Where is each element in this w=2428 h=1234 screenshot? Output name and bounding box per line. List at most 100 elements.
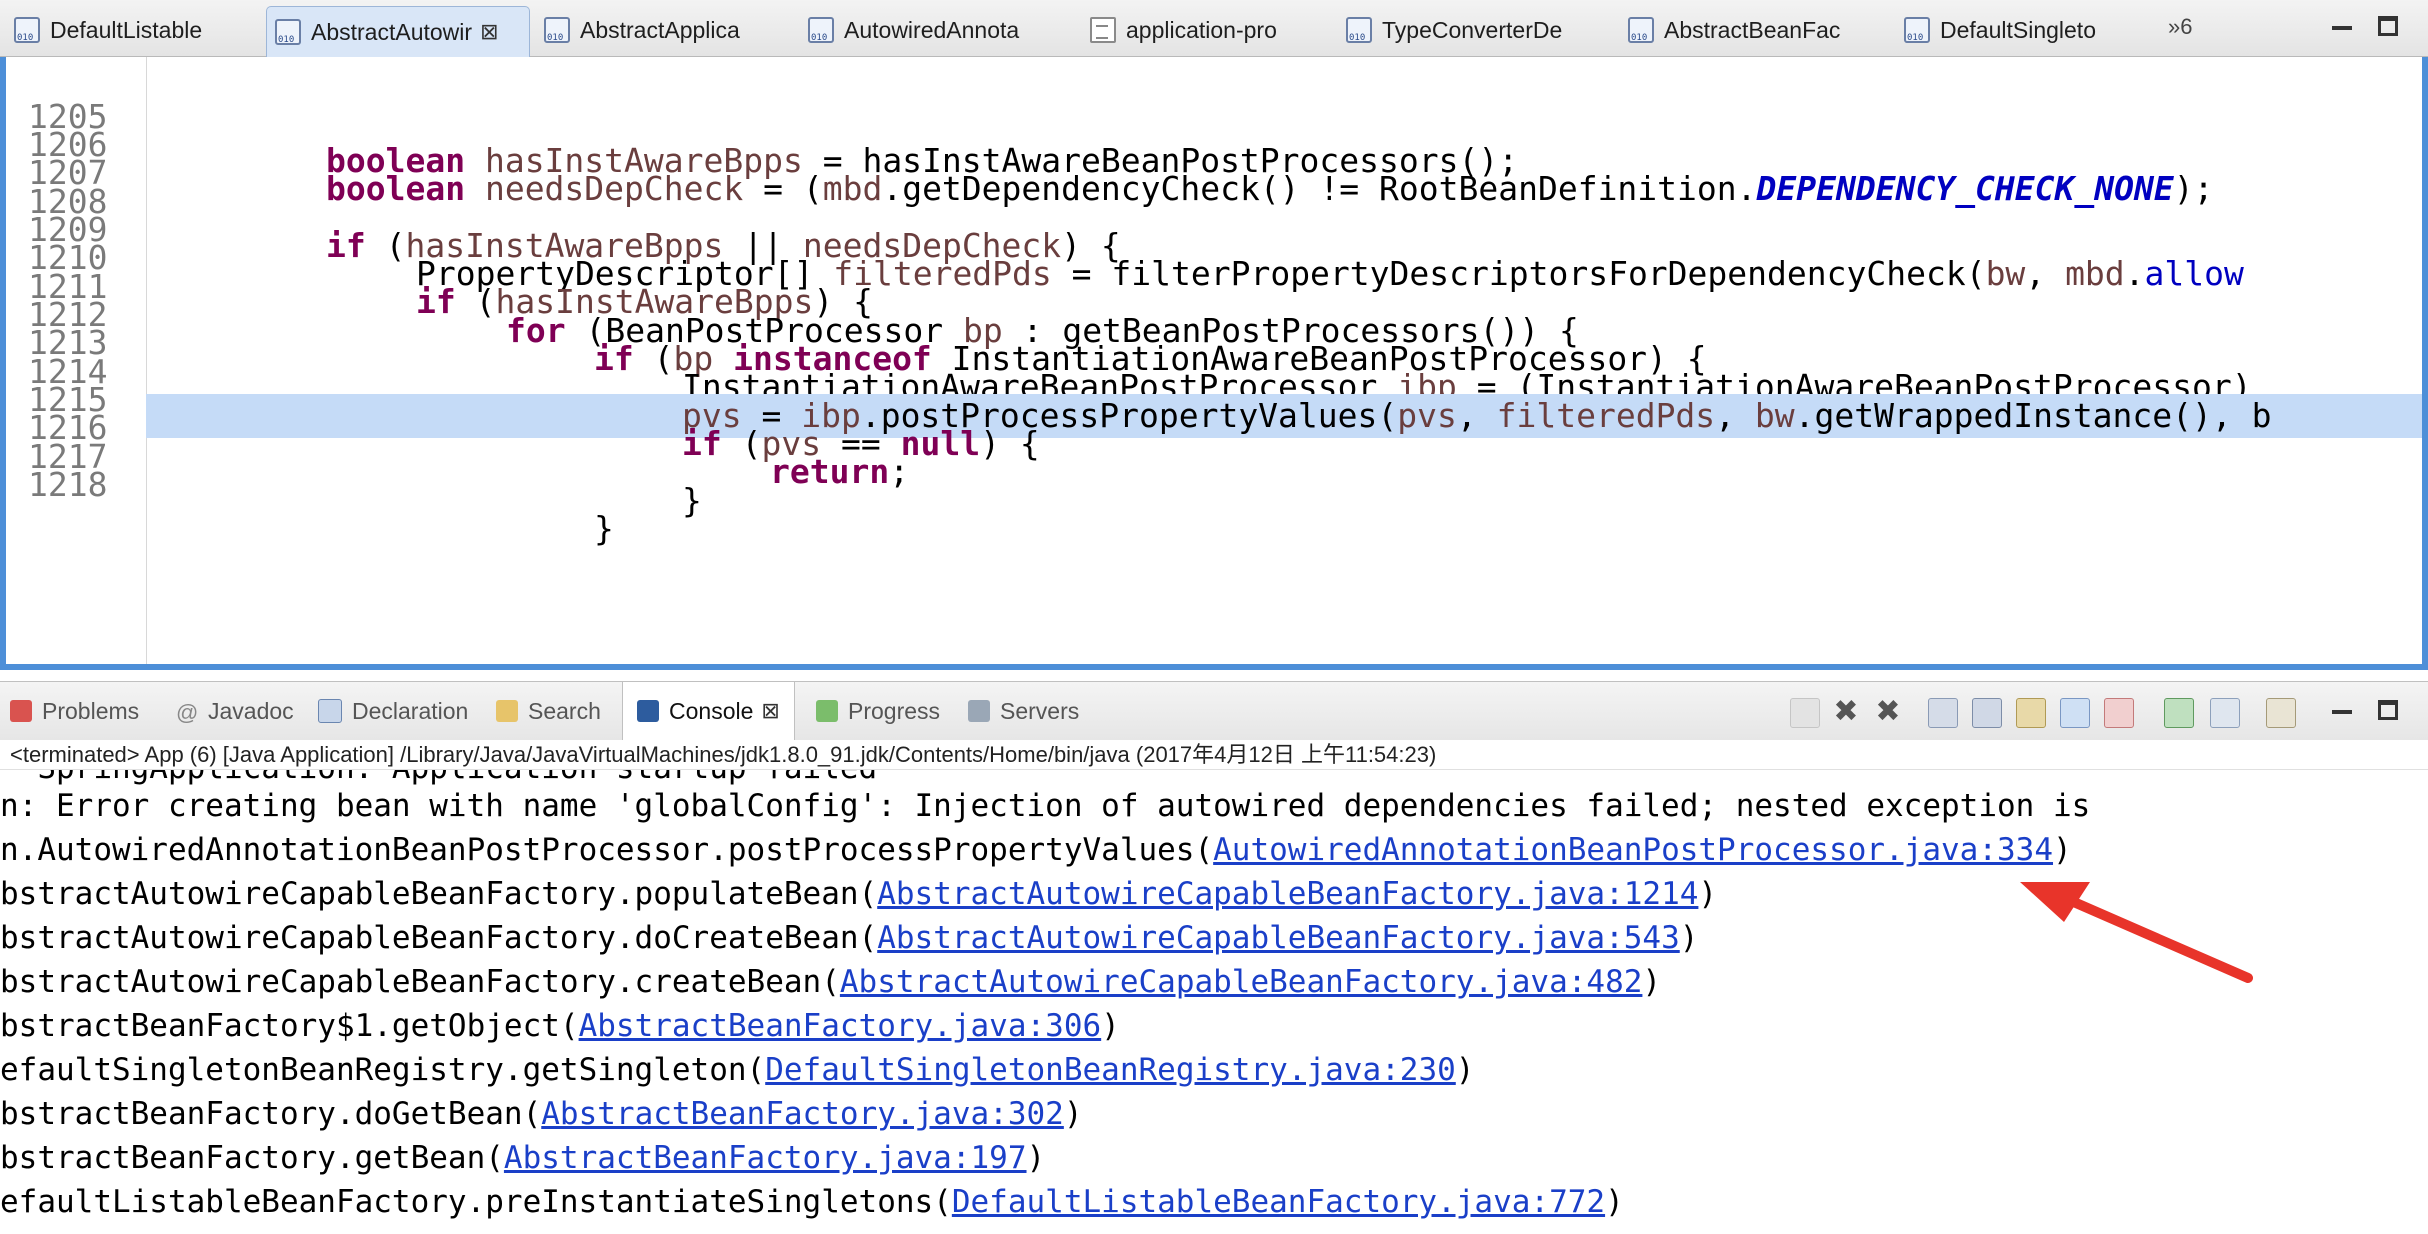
- editor-tab-label: DefaultSingleto: [1940, 16, 2096, 43]
- editor-tab-label: AutowiredAnnota: [844, 16, 1020, 43]
- properties-file-icon: [1090, 17, 1116, 43]
- console-status-line: <terminated> App (6) [Java Application] …: [0, 740, 2428, 770]
- editor-tab-label: AbstractBeanFac: [1664, 16, 1841, 43]
- class-file-icon: [808, 17, 834, 43]
- code-editor[interactable]: 1205 boolean hasInstAwareBpps = hasInstA…: [0, 57, 2428, 670]
- annotation-arrow: [2020, 882, 2253, 983]
- tab-label: Servers: [1000, 697, 1080, 724]
- editor-tab-abstractautowir[interactable]: AbstractAutowir ⊠: [266, 6, 530, 57]
- tab-problems[interactable]: Problems: [10, 682, 139, 740]
- progress-icon: [816, 700, 838, 722]
- editor-tab-bar: DefaultListable AbstractAutowir ⊠ Abstra…: [0, 0, 2428, 57]
- console-line: bstractBeanFactory.doGetBean(AbstractBea…: [0, 1092, 1083, 1136]
- console-line: bstractBeanFactory.getBean(AbstractBeanF…: [0, 1136, 1045, 1180]
- console-text: efaultSingletonBeanRegistry.getSingleton…: [0, 1052, 766, 1088]
- editor-tab-autowiredannota[interactable]: AutowiredAnnota: [800, 8, 1064, 52]
- editor-tab-defaultlistable[interactable]: DefaultListable: [6, 8, 264, 52]
- console-text: bstractBeanFactory.doGetBean(: [0, 1096, 542, 1132]
- stack-trace-link[interactable]: AbstractBeanFactory.java:197: [504, 1140, 1027, 1176]
- arrow-shaft: [2055, 891, 2253, 983]
- console-text: ): [2053, 832, 2072, 868]
- editor-tab-typeconverterde[interactable]: TypeConverterDe: [1338, 8, 1610, 52]
- tab-overflow-button[interactable]: »6: [2168, 14, 2192, 40]
- stack-trace-link[interactable]: AbstractAutowireCapableBeanFactory.java:…: [877, 920, 1680, 956]
- clear-console-icon[interactable]: [1928, 698, 1958, 728]
- display-console-icon[interactable]: [2210, 698, 2240, 728]
- stack-trace-link[interactable]: DefaultListableBeanFactory.java:772: [952, 1184, 1605, 1220]
- editor-tab-label: AbstractApplica: [580, 16, 740, 43]
- console-line: bstractBeanFactory$1.getObject(AbstractB…: [0, 1004, 1120, 1048]
- console-text: n.AutowiredAnnotationBeanPostProcessor.p…: [0, 832, 1214, 868]
- console-line: n.AutowiredAnnotationBeanPostProcessor.p…: [0, 828, 2072, 872]
- console-text: efaultListableBeanFactory.preInstantiate…: [0, 1184, 952, 1220]
- tab-label: Console: [669, 697, 754, 724]
- console-text: bstractBeanFactory$1.getObject(: [0, 1008, 579, 1044]
- tab-servers[interactable]: Servers: [968, 682, 1079, 740]
- class-file-icon: [14, 17, 40, 43]
- console-text: ): [1642, 964, 1662, 1000]
- line-number: 1218: [28, 465, 108, 504]
- close-icon[interactable]: ⊠: [761, 698, 779, 724]
- word-wrap-icon[interactable]: [2016, 698, 2046, 728]
- class-file-icon: [1346, 17, 1372, 43]
- stack-trace-link[interactable]: DefaultSingletonBeanRegistry.java:230: [765, 1052, 1456, 1088]
- maximize-icon[interactable]: [2378, 700, 2398, 720]
- tab-label: Declaration: [352, 697, 469, 724]
- tab-console[interactable]: Console ⊠: [622, 682, 795, 740]
- console-line: efaultSingletonBeanRegistry.getSingleton…: [0, 1048, 1474, 1092]
- javadoc-icon: @: [176, 700, 199, 725]
- class-file-icon: [1628, 17, 1654, 43]
- console-line: efaultListableBeanFactory.preInstantiate…: [0, 1180, 1624, 1224]
- stack-trace-link[interactable]: AutowiredAnnotationBeanPostProcessor.jav…: [1213, 832, 2053, 868]
- remove-launch-icon[interactable]: ✖: [1832, 697, 1860, 727]
- pin-console-icon[interactable]: [2164, 698, 2194, 728]
- show-on-stderr-icon[interactable]: [2104, 698, 2134, 728]
- editor-tab-application-pro[interactable]: application-pro: [1082, 8, 1344, 52]
- class-file-icon: [1904, 17, 1930, 43]
- tab-declaration[interactable]: Declaration: [318, 682, 468, 740]
- editor-tab-label: application-pro: [1126, 16, 1277, 43]
- declaration-icon: [318, 699, 342, 723]
- servers-icon: [968, 700, 990, 722]
- show-on-stdout-icon[interactable]: [2060, 698, 2090, 728]
- editor-tab-defaultsingleto[interactable]: DefaultSingleto: [1896, 8, 2160, 52]
- console-text: ): [1026, 1140, 1046, 1176]
- console-line: bstractAutowireCapableBeanFactory.doCrea…: [0, 916, 1698, 960]
- stack-trace-link[interactable]: AbstractAutowireCapableBeanFactory.java:…: [840, 964, 1643, 1000]
- stack-trace-link[interactable]: AbstractAutowireCapableBeanFactory.java:…: [877, 876, 1698, 912]
- console-text: ): [1679, 920, 1699, 956]
- remove-all-terminated-icon[interactable]: ✖: [1874, 697, 1902, 727]
- tab-label: Search: [528, 697, 601, 724]
- open-console-icon[interactable]: [2266, 698, 2296, 728]
- editor-tab-abstractbeanfac[interactable]: AbstractBeanFac: [1620, 8, 1890, 52]
- tab-javadoc[interactable]: @ Javadoc: [176, 682, 294, 740]
- console-text: ): [1101, 1008, 1120, 1044]
- editor-tab-label: TypeConverterDe: [1382, 16, 1563, 43]
- stack-trace-link[interactable]: AbstractBeanFactory.java:306: [579, 1008, 1102, 1044]
- class-file-icon: [544, 17, 570, 43]
- console-line: bstractAutowireCapableBeanFactory.popula…: [0, 872, 1717, 916]
- terminate-icon[interactable]: [1790, 698, 1820, 728]
- tab-label: Progress: [848, 697, 941, 724]
- editor-tab-abstractapplica[interactable]: AbstractApplica: [536, 8, 794, 52]
- console-text: ): [1455, 1052, 1475, 1088]
- console-text: bstractBeanFactory.getBean(: [0, 1140, 504, 1176]
- tab-search[interactable]: Search: [496, 682, 601, 740]
- minimize-icon[interactable]: [2330, 14, 2354, 36]
- console-text: ): [1063, 1096, 1083, 1132]
- stack-trace-link[interactable]: AbstractBeanFactory.java:302: [541, 1096, 1064, 1132]
- editor-tab-label: DefaultListable: [50, 16, 203, 43]
- close-icon[interactable]: ⊠: [480, 19, 498, 45]
- scroll-lock-icon[interactable]: [1972, 698, 2002, 728]
- console-text: ): [1605, 1184, 1624, 1220]
- minimize-icon[interactable]: [2330, 698, 2354, 720]
- console-text: n: Error creating bean with name 'global…: [0, 788, 2091, 824]
- tab-progress[interactable]: Progress: [816, 682, 940, 740]
- console-line: bstractAutowireCapableBeanFactory.create…: [0, 960, 1661, 1004]
- code-line: 1218 }: [6, 419, 2422, 548]
- code-text: }: [594, 509, 614, 548]
- console-text: bstractAutowireCapableBeanFactory.create…: [0, 964, 840, 1000]
- tab-label: Javadoc: [208, 697, 294, 724]
- console-output[interactable]: SpringApplication: Application startup f…: [0, 770, 2428, 1234]
- maximize-icon[interactable]: [2378, 16, 2398, 36]
